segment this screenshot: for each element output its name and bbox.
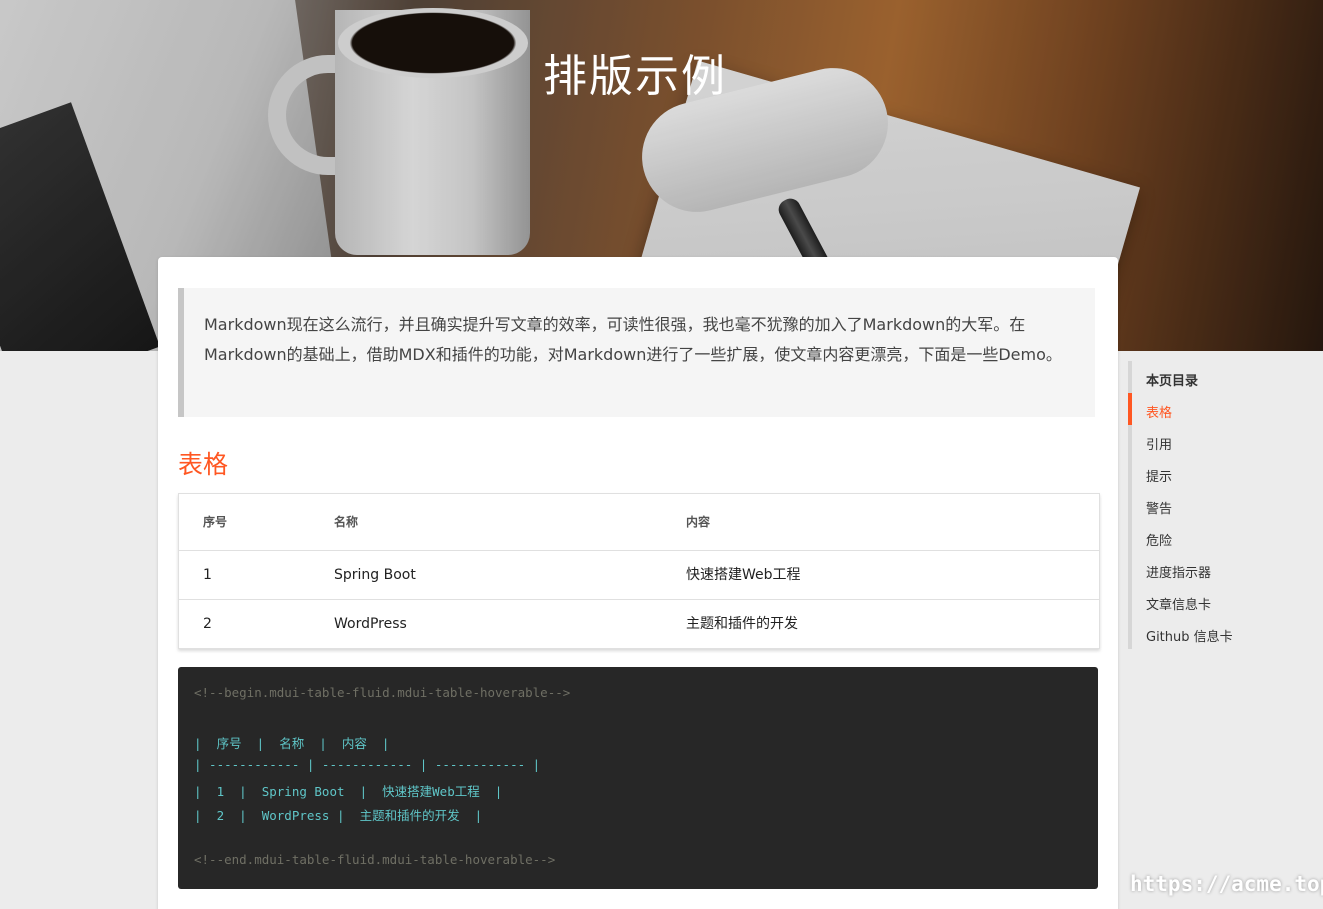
intro-blockquote: Markdown现在这么流行，并且确实提升写文章的效率，可读性很强，我也毫不犹豫… [178, 288, 1095, 417]
code-block[interactable]: <!--begin.mdui-table-fluid.mdui-table-ho… [178, 667, 1098, 889]
section-heading-table: 表格 [178, 450, 229, 479]
table-header-cell: 名称 [334, 515, 359, 529]
table-cell: 1 [203, 567, 212, 583]
toc-item-danger[interactable]: 危险 [1146, 530, 1172, 549]
toc-item-quote[interactable]: 引用 [1146, 434, 1172, 453]
table-cell: WordPress [334, 616, 407, 632]
page-title: 排版示例 [543, 51, 727, 102]
table-row[interactable]: 1 Spring Boot 快速搭建Web工程 [179, 551, 1099, 600]
site-watermark: https://acme.top [1130, 872, 1323, 896]
table-header-cell: 内容 [686, 515, 711, 529]
toc-item-github-card[interactable]: Github 信息卡 [1146, 626, 1233, 645]
table-cell: 2 [203, 616, 212, 632]
code-line: | 序号 | 名称 | 内容 | [194, 736, 390, 751]
toc-item-article-card[interactable]: 文章信息卡 [1146, 594, 1211, 613]
toc-item-table[interactable]: 表格 [1146, 402, 1172, 421]
table-cell: 快速搭建Web工程 [686, 567, 801, 583]
code-line: | 2 | WordPress | 主题和插件的开发 | [194, 808, 483, 823]
code-line: | 1 | Spring Boot | 快速搭建Web工程 | [194, 784, 503, 799]
toc-item-progress[interactable]: 进度指示器 [1146, 562, 1211, 581]
code-line: | ------------ | ------------ | --------… [194, 757, 541, 772]
table-header-row: 序号 名称 内容 [179, 494, 1099, 551]
table-header-cell: 序号 [203, 515, 228, 529]
toc-item-tip[interactable]: 提示 [1146, 466, 1172, 485]
code-line: <!--begin.mdui-table-fluid.mdui-table-ho… [194, 685, 571, 700]
demo-table: 序号 名称 内容 1 Spring Boot 快速搭建Web工程 2 WordP… [178, 493, 1100, 649]
toc-title: 本页目录 [1146, 374, 1199, 389]
table-cell: Spring Boot [334, 567, 416, 583]
table-row[interactable]: 2 WordPress 主题和插件的开发 [179, 600, 1099, 649]
table-cell: 主题和插件的开发 [686, 616, 798, 632]
code-line: <!--end.mdui-table-fluid.mdui-table-hove… [194, 852, 556, 867]
toc-item-warning[interactable]: 警告 [1146, 498, 1172, 517]
article-card: Markdown现在这么流行，并且确实提升写文章的效率，可读性很强，我也毫不犹豫… [158, 257, 1118, 909]
table-of-contents: 本页目录 表格 引用 提示 警告 危险 进度指示器 文章信息卡 Github 信… [1128, 361, 1308, 649]
toc-active-indicator [1128, 393, 1132, 425]
